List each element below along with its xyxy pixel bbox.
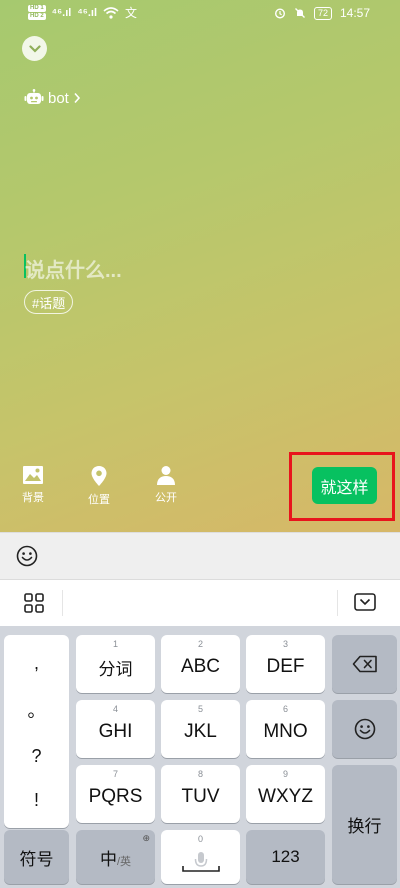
key-2[interactable]: 2 ABC xyxy=(161,635,240,693)
signal1-text: ⁴⁶.ıl xyxy=(51,6,72,19)
location-pin-icon xyxy=(91,466,107,486)
symbols-key[interactable]: 符号 xyxy=(4,830,69,884)
sim2-badge: HD 2 xyxy=(28,13,46,20)
numbers-key[interactable]: 123 xyxy=(246,830,325,884)
keyboard-toolbar xyxy=(0,580,400,626)
mute-bell-icon xyxy=(294,8,305,18)
smiley-icon[interactable] xyxy=(16,545,38,567)
key-num: 8 xyxy=(197,769,203,779)
chevron-down-icon xyxy=(28,44,41,53)
key-label: ABC xyxy=(180,656,221,677)
post-text-input[interactable]: 说点什么... xyxy=(25,254,122,283)
emoji-key[interactable] xyxy=(332,700,397,758)
key-7[interactable]: 7 PQRS xyxy=(76,765,155,823)
key-label: WXYZ xyxy=(258,786,313,807)
backspace-icon xyxy=(352,655,377,673)
grid-icon[interactable] xyxy=(24,593,44,613)
key-num: 5 xyxy=(197,704,203,714)
visibility-tool[interactable]: 公开 xyxy=(146,465,186,505)
clock: 14:57 xyxy=(339,6,370,20)
key-label: JKL xyxy=(184,721,217,742)
status-bar: HD 1 HD 2 ⁴⁶.ıl ⁴⁶.ıl 文 72 14:57 xyxy=(0,0,400,28)
location-tool[interactable]: 位置 xyxy=(79,465,119,507)
key-8[interactable]: 8 TUV xyxy=(161,765,240,823)
sim1-badge: HD 1 xyxy=(28,5,46,12)
highlight-annotation xyxy=(289,452,395,521)
key-6[interactable]: 6 MNO xyxy=(246,700,325,758)
person-icon xyxy=(157,466,175,485)
language-label: 中/英 xyxy=(100,845,131,870)
key-4[interactable]: 4 GHI xyxy=(76,700,155,758)
compose-area: HD 1 HD 2 ⁴⁶.ıl ⁴⁶.ıl 文 72 14:57 bot 说点什… xyxy=(0,0,400,532)
key-9[interactable]: 9 WXYZ xyxy=(246,765,325,823)
emoji-bar xyxy=(0,532,400,580)
image-icon xyxy=(23,466,43,484)
key-num: 2 xyxy=(197,639,203,649)
mic-icon xyxy=(181,852,220,872)
key-num: 4 xyxy=(112,704,118,714)
key-label: TUV xyxy=(181,786,220,807)
key-num: 6 xyxy=(282,704,288,714)
space-num: 0 xyxy=(197,834,203,844)
status-left: HD 1 HD 2 ⁴⁶.ıl ⁴⁶.ıl 文 xyxy=(28,4,137,21)
space-key[interactable]: 0 xyxy=(161,830,240,884)
bot-link[interactable]: bot xyxy=(24,89,81,107)
punctuation-key-question[interactable]: ? xyxy=(4,746,69,767)
visibility-label: 公开 xyxy=(155,492,177,504)
language-switch-key[interactable]: ⊕ 中/英 xyxy=(76,830,155,884)
bot-label: bot xyxy=(48,89,69,107)
globe-icon: ⊕ xyxy=(142,833,150,843)
wifi-icon xyxy=(103,6,119,19)
key-num: 3 xyxy=(282,639,288,649)
key-label: GHI xyxy=(98,721,133,742)
punctuation-column: , 。 ? ! xyxy=(4,635,69,828)
chevron-right-icon xyxy=(74,92,80,104)
text-input-icon: 文 xyxy=(125,6,138,20)
topic-chip[interactable]: #话题 xyxy=(24,290,74,314)
key-3[interactable]: 3 DEF xyxy=(246,635,325,693)
alarm-icon xyxy=(274,8,285,19)
lang-alt: /英 xyxy=(116,855,132,868)
numbers-label: 123 xyxy=(271,847,300,866)
newline-label: 换行 xyxy=(347,817,382,836)
key-label: MNO xyxy=(263,721,308,742)
robot-icon xyxy=(24,89,44,104)
battery-indicator: 72 xyxy=(313,6,332,20)
background-label: 背景 xyxy=(22,492,44,504)
key-num: 9 xyxy=(282,769,288,779)
background-tool[interactable]: 背景 xyxy=(13,465,53,505)
keyboard-hide-icon[interactable] xyxy=(354,593,376,611)
status-right: 72 14:57 xyxy=(274,6,370,20)
key-label: DEF xyxy=(266,656,305,677)
punctuation-key-exclaim[interactable]: ! xyxy=(4,790,69,811)
key-num: 7 xyxy=(112,769,118,779)
backspace-key[interactable] xyxy=(332,635,397,693)
key-label: 分词 xyxy=(98,659,133,679)
toolbar-divider-right xyxy=(337,590,338,616)
punctuation-key-period[interactable]: 。 xyxy=(4,697,69,723)
key-label: PQRS xyxy=(88,786,143,807)
symbols-label: 符号 xyxy=(19,849,54,869)
punctuation-key-comma[interactable]: , xyxy=(4,653,69,674)
smiley-icon xyxy=(354,718,375,740)
key-1[interactable]: 1 分词 xyxy=(76,635,155,693)
location-label: 位置 xyxy=(88,494,110,506)
collapse-button[interactable] xyxy=(22,36,47,61)
newline-key[interactable]: 换行 xyxy=(332,765,397,884)
toolbar-divider-left xyxy=(62,590,63,616)
sim-indicators: HD 1 HD 2 xyxy=(28,5,46,20)
key-5[interactable]: 5 JKL xyxy=(161,700,240,758)
keyboard: , 。 ? ! 1 分词 2 ABC 3 DEF 4 GHI 5 JKL 6 M… xyxy=(0,626,400,888)
lang-main: 中 xyxy=(99,849,117,869)
key-num: 1 xyxy=(112,639,118,649)
signal2-text: ⁴⁶.ıl xyxy=(77,6,98,19)
